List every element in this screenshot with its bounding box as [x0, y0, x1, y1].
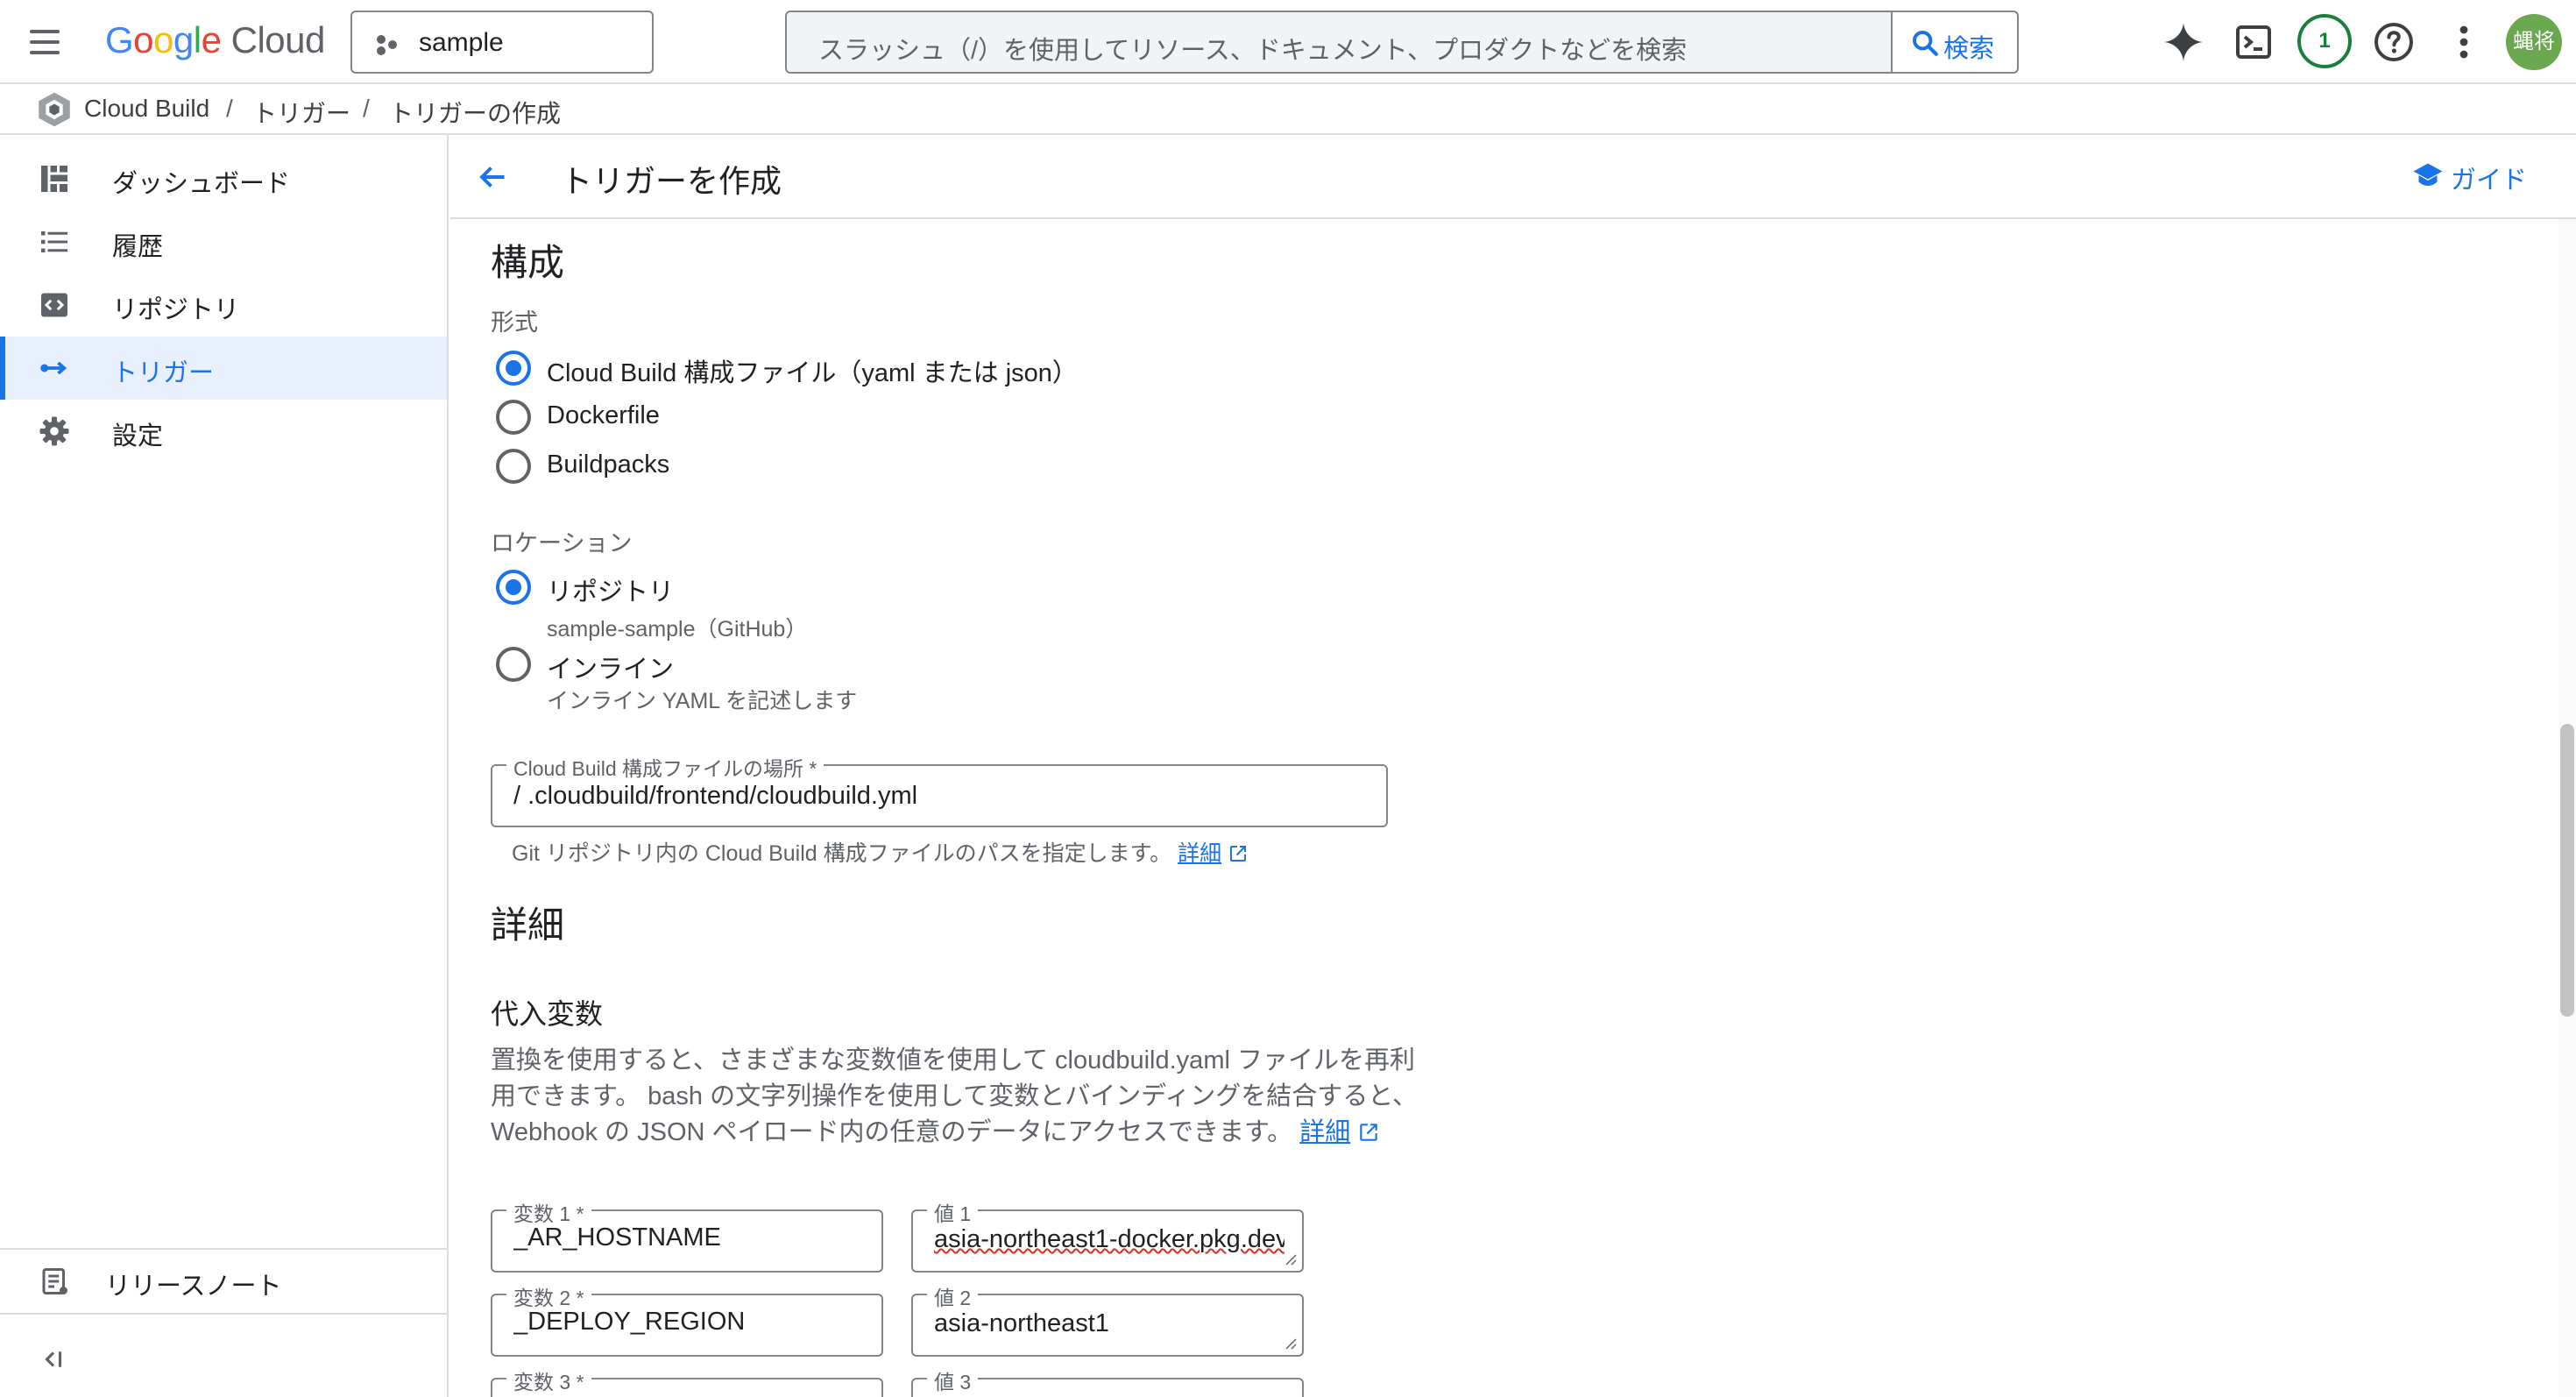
notification-badge[interactable]: 1	[2297, 14, 2352, 68]
breadcrumb-separator: /	[363, 95, 370, 122]
open-in-new-icon[interactable]	[1228, 843, 1249, 864]
trigger-arrow-icon	[40, 361, 67, 375]
format-option-label[interactable]: Dockerfile	[547, 401, 660, 430]
project-name: sample	[419, 28, 504, 57]
search-icon	[1912, 30, 1938, 56]
gear-icon	[39, 416, 69, 446]
sidebar: ダッシュボード 履歴 リポジトリ トリガー 設定 リリースノート	[0, 135, 449, 1397]
sidebar-divider	[0, 1313, 447, 1315]
avatar[interactable]: 蝿将	[2506, 14, 2562, 70]
cloud-shell-icon[interactable]	[2233, 21, 2275, 63]
project-picker[interactable]: sample	[350, 11, 654, 74]
cloudbuild-file-location-input[interactable]: / .cloudbuild/frontend/cloudbuild.yml	[513, 782, 1372, 811]
search-input[interactable]: スラッシュ（/）を使用してリソース、ドキュメント、プロダクトなどを検索	[818, 30, 1687, 67]
sidebar-item-release-notes[interactable]: リリースノート	[0, 1250, 447, 1313]
value-1-field[interactable]: 値 1 asia-northeast1-docker.pkg.dev	[911, 1197, 1304, 1273]
open-in-new-icon[interactable]	[1357, 1121, 1380, 1144]
substitutions-help-link[interactable]: 詳細	[1299, 1118, 1350, 1146]
substitutions-title: 代入変数	[491, 998, 604, 1030]
cloud-build-logo-icon	[39, 92, 70, 127]
location-radio-inline[interactable]	[496, 647, 531, 682]
location-option-sub: sample-sample（GitHub）	[547, 617, 808, 642]
details-section-title: 詳細	[491, 904, 565, 946]
substitutions-description: 置換を使用すると、さまざまな変数値を使用して cloudbuild.yaml フ…	[491, 1046, 1419, 1146]
sidebar-item-settings[interactable]: 設定	[0, 400, 447, 463]
variable-3-field[interactable]: 変数 3 *	[491, 1365, 883, 1397]
list-icon	[41, 231, 67, 252]
value-2-input[interactable]: asia-northeast1	[934, 1309, 1284, 1338]
guide-button[interactable]: ガイド	[2413, 160, 2527, 196]
value-1-input[interactable]: asia-northeast1-docker.pkg.dev	[934, 1225, 1284, 1254]
breadcrumb: Cloud Build / トリガー / トリガーの作成	[0, 84, 2576, 135]
variable-1-input[interactable]: _AR_HOSTNAME	[513, 1223, 873, 1252]
format-radio-buildpacks[interactable]	[496, 449, 531, 484]
format-option-label[interactable]: Cloud Build 構成ファイル（yaml または json）	[547, 352, 1078, 389]
scrollbar-thumb[interactable]	[2560, 724, 2574, 1017]
format-radio-cloudbuild[interactable]	[496, 351, 531, 386]
google-cloud-logo[interactable]: Google Cloud	[105, 19, 325, 65]
more-vert-icon[interactable]	[2443, 21, 2485, 63]
variable-2-field[interactable]: 変数 2 * _DEPLOY_REGION	[491, 1281, 883, 1357]
gemini-sparkle-icon[interactable]	[2162, 21, 2204, 63]
sidebar-item-dashboard[interactable]: ダッシュボード	[0, 147, 447, 210]
format-option-label[interactable]: Buildpacks	[547, 450, 669, 479]
content-header: トリガーを作成 ガイド	[450, 135, 2576, 219]
sidebar-item-history[interactable]: 履歴	[0, 210, 447, 273]
location-option-sub: インライン YAML を記述します	[547, 689, 858, 713]
search-button[interactable]: 検索	[1891, 12, 2017, 72]
search-bar[interactable]: スラッシュ（/）を使用してリソース、ドキュメント、プロダクトなどを検索 検索	[785, 11, 2019, 74]
school-icon	[2413, 163, 2443, 186]
repository-icon	[41, 293, 67, 317]
top-bar: Google Cloud sample スラッシュ（/）を使用してリソース、ドキ…	[0, 0, 2576, 84]
format-label: 形式	[491, 309, 538, 336]
main-menu-icon[interactable]	[26, 25, 61, 60]
location-radio-repository[interactable]	[496, 570, 531, 605]
breadcrumb-triggers[interactable]: トリガー	[252, 95, 350, 130]
location-label: ロケーション	[491, 530, 633, 557]
variable-2-input[interactable]: _DEPLOY_REGION	[513, 1308, 873, 1337]
value-2-field[interactable]: 値 2 asia-northeast1	[911, 1281, 1304, 1357]
project-icon	[377, 35, 397, 55]
sidebar-item-triggers[interactable]: トリガー	[0, 337, 447, 400]
sidebar-item-repositories[interactable]: リポジトリ	[0, 273, 447, 337]
file-location-help: Git リポジトリ内の Cloud Build 構成ファイルのパスを指定します。…	[512, 836, 1249, 868]
cloudbuild-file-location-field[interactable]: Cloud Build 構成ファイルの場所 * / .cloudbuild/fr…	[491, 752, 1388, 827]
page-title: トリガーを作成	[561, 163, 782, 199]
back-arrow-icon[interactable]	[477, 161, 508, 193]
dashboard-icon	[41, 166, 67, 192]
location-option-label[interactable]: リポジトリ	[547, 571, 674, 608]
resize-handle-icon[interactable]	[1284, 1253, 1297, 1266]
format-radio-dockerfile[interactable]	[496, 400, 531, 435]
resize-handle-icon[interactable]	[1284, 1337, 1297, 1350]
variable-1-field[interactable]: 変数 1 * _AR_HOSTNAME	[491, 1197, 883, 1273]
file-help-link[interactable]: 詳細	[1178, 841, 1221, 866]
breadcrumb-create-trigger: トリガーの作成	[389, 100, 562, 127]
breadcrumb-separator: /	[226, 95, 233, 122]
breadcrumb-cloud-build[interactable]: Cloud Build	[84, 95, 209, 123]
location-option-label[interactable]: インライン	[547, 649, 674, 685]
config-section-title: 構成	[491, 242, 565, 283]
help-icon[interactable]	[2373, 21, 2415, 63]
value-3-field[interactable]: 値 3	[911, 1365, 1304, 1397]
release-notes-icon	[42, 1268, 67, 1294]
collapse-icon[interactable]	[40, 1346, 67, 1372]
